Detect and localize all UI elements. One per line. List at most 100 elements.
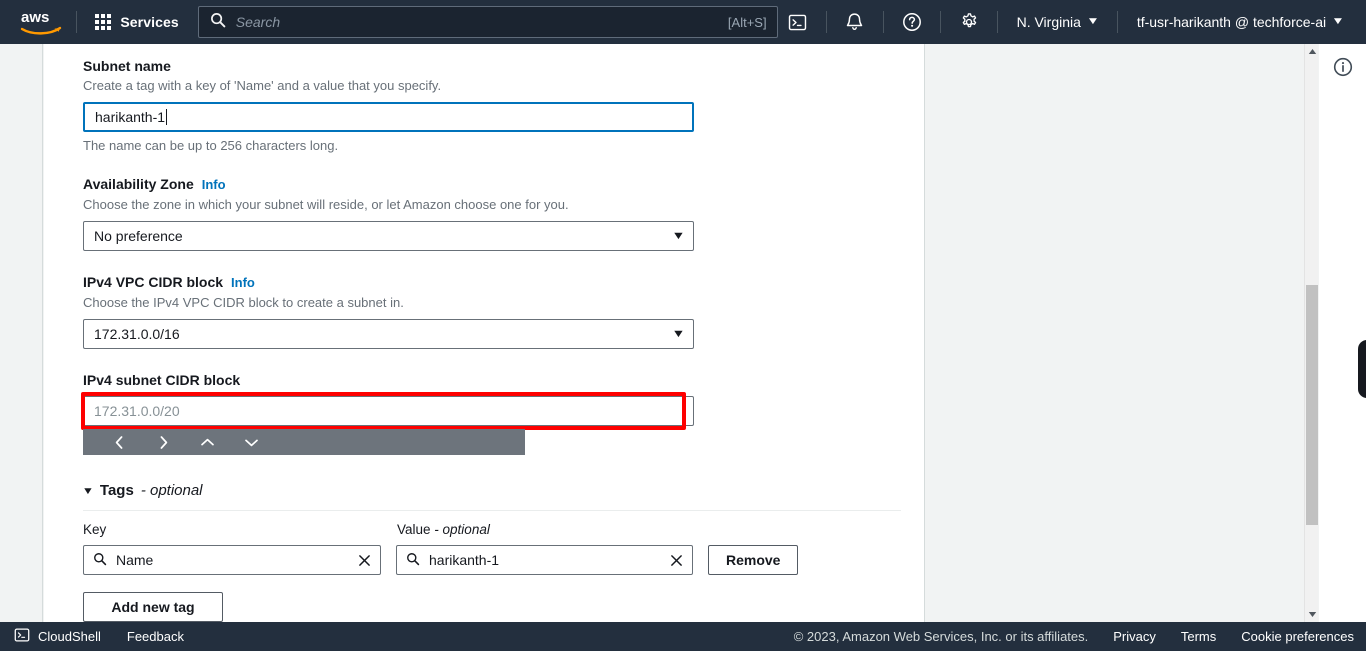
tags-optional-label: - optional: [140, 482, 203, 499]
triangle-down-icon: [1308, 612, 1316, 617]
settings-button[interactable]: [949, 0, 989, 44]
nav-divider-2: [825, 11, 827, 33]
cloudshell-icon: [14, 627, 30, 646]
availability-zone-select[interactable]: No preference ▼: [83, 221, 694, 251]
overlay-down-button[interactable]: [229, 429, 273, 455]
footer-privacy-link[interactable]: Privacy: [1113, 629, 1156, 644]
nav-divider-1: [76, 11, 78, 33]
chevron-left-icon: [115, 435, 122, 449]
services-menu-button[interactable]: Services: [85, 5, 188, 39]
remove-tag-button[interactable]: Remove: [708, 545, 799, 575]
chevron-right-icon: [160, 435, 167, 449]
side-drawer-handle[interactable]: [1358, 340, 1366, 398]
subnet-cidr-placeholder: 172.31.0.0/20: [94, 403, 180, 419]
info-panel-toggle-button[interactable]: [1333, 57, 1353, 77]
subnet-name-label: Subnet name: [83, 57, 924, 75]
subnet-cidr-input[interactable]: 172.31.0.0/20: [83, 396, 694, 426]
aws-logo[interactable]: aws: [14, 0, 68, 44]
search-icon: [210, 12, 226, 33]
search-icon: [93, 552, 107, 569]
footer-copyright: © 2023, Amazon Web Services, Inc. or its…: [793, 629, 1089, 644]
overlay-forward-button[interactable]: [141, 429, 185, 455]
footer-cloudshell-label: CloudShell: [38, 629, 101, 644]
footer-cookie-preferences-link[interactable]: Cookie preferences: [1241, 629, 1354, 644]
question-circle-icon: [902, 13, 921, 31]
tag-value-label: Value - optional: [397, 521, 713, 539]
region-selector[interactable]: N. Virginia ▼: [1006, 0, 1109, 44]
vpc-cidr-info-link[interactable]: Info: [231, 274, 255, 292]
nav-divider-4: [939, 11, 941, 33]
tags-column-headers: Key Value - optional: [83, 521, 901, 539]
services-label: Services: [120, 14, 179, 30]
content-scrollbar[interactable]: [1304, 44, 1318, 622]
tag-key-input[interactable]: Name: [83, 545, 381, 575]
tags-title: Tags: [99, 482, 134, 499]
subnet-name-hint: The name can be up to 256 characters lon…: [83, 138, 339, 153]
tag-value-input[interactable]: harikanth-1: [396, 545, 693, 575]
account-label: tf-usr-harikanth @ techforce-ai: [1136, 14, 1327, 30]
global-search-input[interactable]: Search [Alt+S]: [197, 6, 778, 38]
chevron-up-icon: [200, 438, 214, 445]
tags-section: ▼ Tags - optional Key Value - optional N…: [81, 482, 901, 622]
overlay-back-button[interactable]: [97, 429, 141, 455]
tags-section-header[interactable]: ▼ Tags - optional: [81, 482, 901, 499]
search-shortcut-hint: [Alt+S]: [727, 14, 767, 30]
vpc-cidr-selected-value: 172.31.0.0/16: [94, 326, 180, 342]
subnet-name-value: harikanth-1: [95, 109, 166, 125]
availability-zone-label-text: Availability Zone: [83, 176, 194, 192]
aws-logo-icon: aws: [20, 9, 62, 35]
tags-divider: [83, 510, 901, 511]
navigation-overlay-toolbar: [83, 429, 525, 455]
tag-key-value: Name: [116, 552, 154, 568]
cloudshell-button[interactable]: [778, 0, 818, 44]
create-subnet-form-panel: Subnet name Create a tag with a key of '…: [44, 44, 925, 622]
gear-icon: [962, 13, 976, 28]
footer-terms-link[interactable]: Terms: [1181, 629, 1216, 644]
overlay-up-button[interactable]: [185, 429, 229, 455]
tag-value-optional-label: - optional: [434, 522, 490, 537]
triangle-up-icon: [1308, 49, 1316, 54]
triangle-down-icon: ▼: [81, 486, 95, 497]
right-gutter: [926, 44, 1300, 622]
info-side-panel: [1319, 44, 1366, 622]
scrollbar-up-arrow[interactable]: [1305, 44, 1319, 59]
add-new-tag-button[interactable]: Add new tag: [83, 592, 223, 622]
nav-divider-3: [882, 11, 884, 33]
footer-cloudshell-button[interactable]: CloudShell: [14, 627, 101, 646]
clear-icon[interactable]: [668, 552, 684, 568]
tag-value-value: harikanth-1: [429, 552, 500, 568]
search-placeholder: Search: [235, 14, 281, 30]
help-button[interactable]: [892, 0, 932, 44]
footer-feedback-link[interactable]: Feedback: [127, 629, 184, 644]
availability-zone-info-link[interactable]: Info: [202, 176, 226, 194]
page-body: Subnet name Create a tag with a key of '…: [0, 44, 1366, 622]
nav-divider-6: [1116, 11, 1118, 33]
left-nav-rail[interactable]: [0, 44, 43, 622]
page-footer: CloudShell Feedback © 2023, Amazon Web S…: [0, 622, 1366, 651]
account-menu[interactable]: tf-usr-harikanth @ techforce-ai ▼: [1126, 0, 1354, 44]
tag-value-label-text: Value: [397, 522, 431, 537]
vpc-cidr-select[interactable]: 172.31.0.0/16 ▼: [83, 319, 694, 349]
vpc-cidr-label-text: IPv4 VPC CIDR block: [83, 274, 224, 290]
subnet-cidr-input-wrapper: 172.31.0.0/20: [81, 392, 694, 455]
clear-icon[interactable]: [356, 552, 372, 568]
chevron-down-icon: ▼: [671, 230, 686, 242]
scrollbar-thumb[interactable]: [1306, 285, 1318, 525]
tag-key-label: Key: [83, 522, 107, 537]
scrollbar-down-arrow[interactable]: [1305, 607, 1319, 622]
availability-zone-field: Availability Zone Info Choose the zone i…: [83, 175, 924, 251]
subnet-name-label-text: Subnet name: [83, 58, 171, 74]
footer-right-cluster: © 2023, Amazon Web Services, Inc. or its…: [794, 629, 1366, 644]
notifications-button[interactable]: [835, 0, 875, 44]
form-container: Subnet name Create a tag with a key of '…: [44, 44, 924, 622]
vpc-cidr-label: IPv4 VPC CIDR block Info: [83, 273, 924, 292]
grid-icon: [95, 14, 112, 30]
vpc-cidr-description: Choose the IPv4 VPC CIDR block to create…: [83, 295, 404, 310]
region-label: N. Virginia: [1016, 14, 1081, 30]
search-icon: [406, 552, 420, 569]
availability-zone-label: Availability Zone Info: [83, 175, 924, 194]
nav-divider-5: [996, 11, 998, 33]
subnet-name-input[interactable]: harikanth-1: [83, 102, 694, 132]
availability-zone-selected-value: No preference: [94, 228, 183, 244]
subnet-name-field: Subnet name Create a tag with a key of '…: [83, 57, 924, 154]
